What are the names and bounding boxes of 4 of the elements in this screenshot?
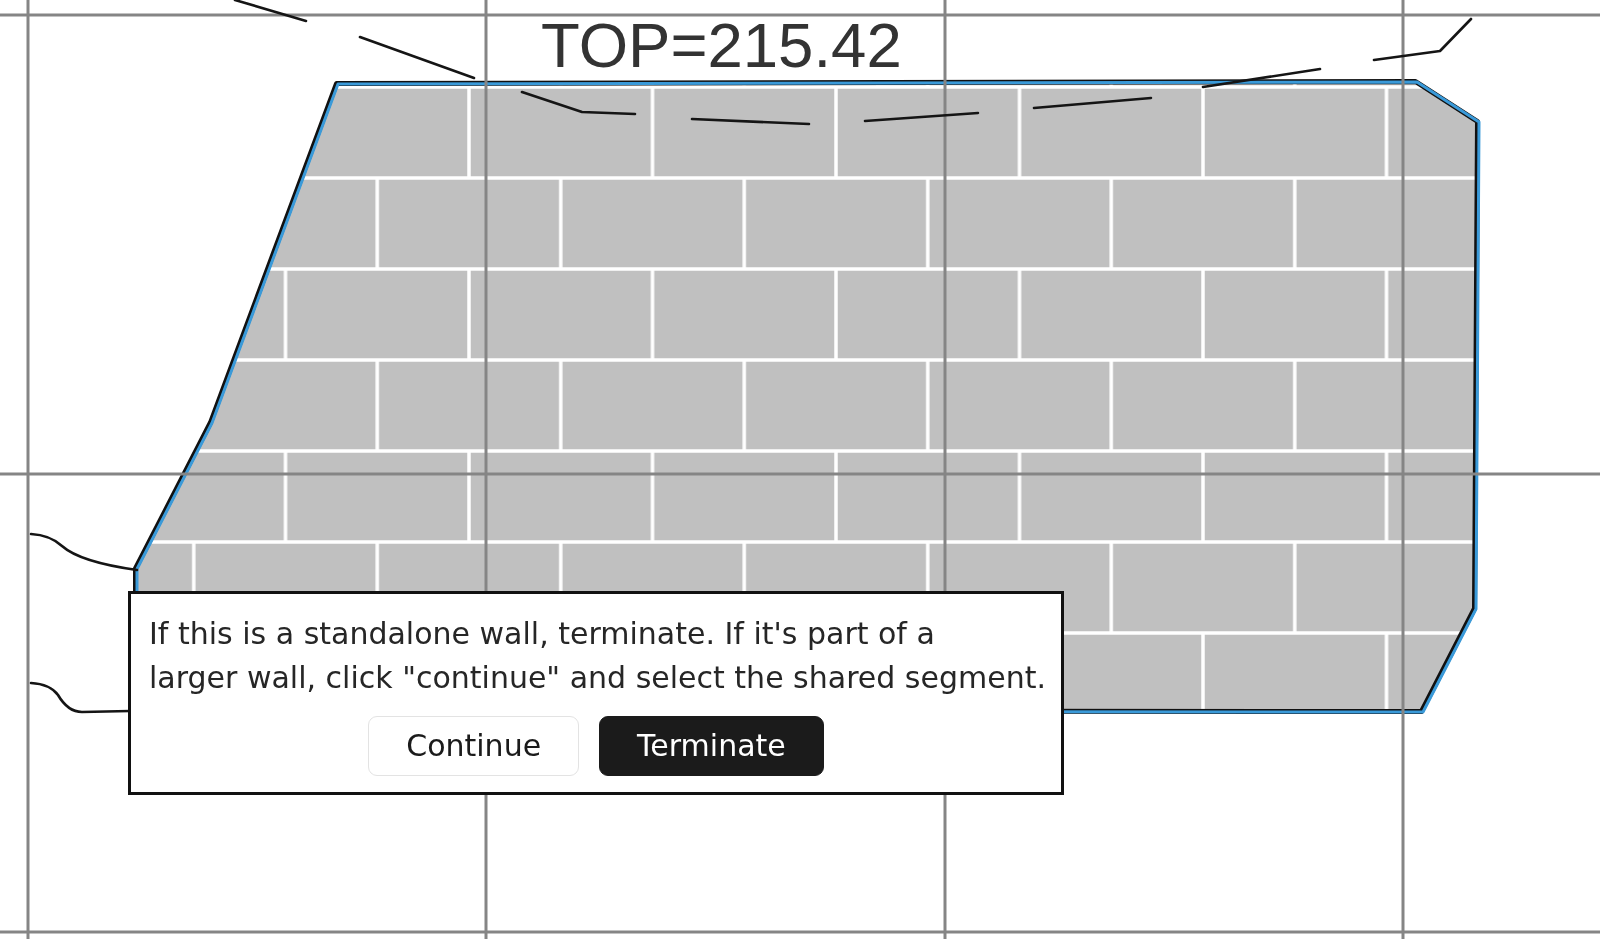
dialog-button[interactable]: Terminate [599,716,824,776]
elevation-label: TOP=215.42 [541,10,902,80]
dialog-button[interactable]: Continue [368,716,580,776]
prompt-message: If this is a standalone wall, terminate. If it's part of a larger wall, click "continue" and select the shared segment. [149,615,1043,697]
